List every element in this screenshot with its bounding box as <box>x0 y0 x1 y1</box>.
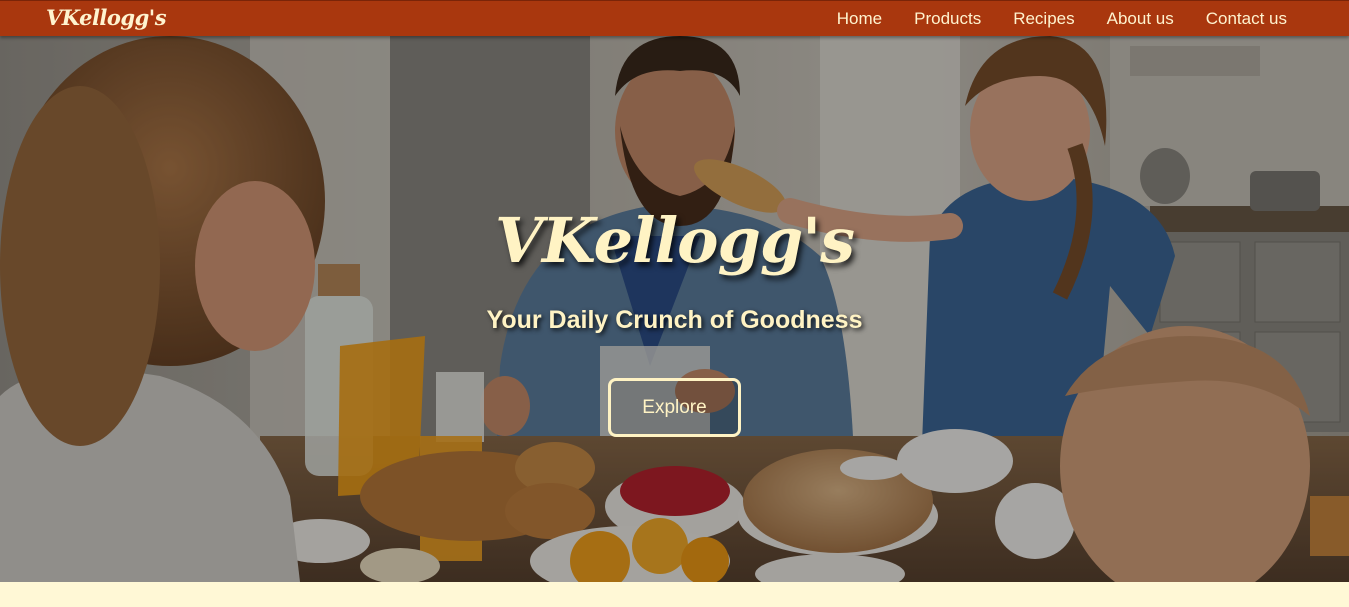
hero-section: VKellogg's Your Daily Crunch of Goodness… <box>0 36 1349 582</box>
hero-title: VKellogg's <box>494 204 855 277</box>
hero-content: VKellogg's Your Daily Crunch of Goodness… <box>0 36 1349 582</box>
top-navbar: VKellogg's Home Products Recipes About u… <box>0 0 1349 36</box>
explore-button[interactable]: Explore <box>608 378 741 437</box>
nav-link-products[interactable]: Products <box>914 9 981 29</box>
nav-link-recipes[interactable]: Recipes <box>1013 9 1074 29</box>
nav-link-contact[interactable]: Contact us <box>1206 9 1287 29</box>
hero-subtitle: Your Daily Crunch of Goodness <box>486 306 863 334</box>
nav-link-about[interactable]: About us <box>1107 9 1174 29</box>
nav-links: Home Products Recipes About us Contact u… <box>837 1 1287 37</box>
next-section-strip <box>0 582 1349 607</box>
brand-logo[interactable]: VKellogg's <box>46 5 167 30</box>
nav-link-home[interactable]: Home <box>837 9 882 29</box>
